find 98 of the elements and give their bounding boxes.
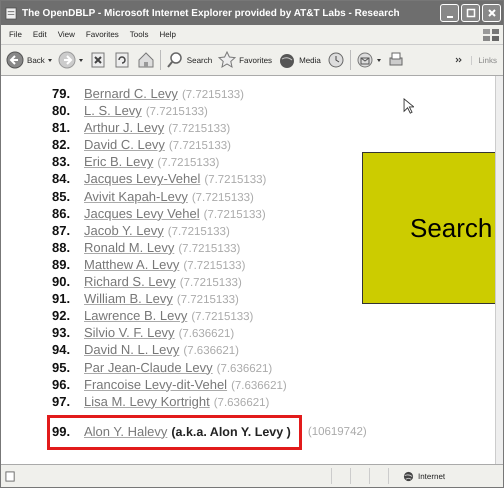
page-status-icon xyxy=(5,470,16,482)
rank-number: 93. xyxy=(52,325,72,340)
mouse-cursor-icon xyxy=(403,98,414,114)
rank-number: 92. xyxy=(52,308,72,324)
search-button[interactable]: Search xyxy=(164,50,214,70)
search-icon xyxy=(166,51,184,69)
close-button[interactable] xyxy=(482,4,501,22)
rank-number: 97. xyxy=(52,394,72,409)
minimize-icon xyxy=(446,16,452,18)
rank-number: 80. xyxy=(52,103,72,118)
rank-number: 84. xyxy=(52,171,72,186)
rank-number: 87. xyxy=(52,222,72,238)
rank-number: 85. xyxy=(52,188,72,204)
close-icon xyxy=(486,8,496,18)
rank-number: 81. xyxy=(52,120,72,136)
rank-number: 86. xyxy=(52,206,72,221)
score-text: (7.7215133) xyxy=(180,277,242,290)
rank-number: 89. xyxy=(52,256,72,272)
rank-number: 96. xyxy=(52,376,72,392)
author-link[interactable]: Alon Y. Halevy xyxy=(84,424,168,439)
score-text: (7.636621) xyxy=(216,362,272,374)
rank-number: 99. xyxy=(52,424,72,439)
author-link[interactable]: Richard S. Levy xyxy=(84,274,176,290)
menu-item[interactable]: Help xyxy=(159,30,176,39)
score-text: (7.7215133) xyxy=(168,140,231,152)
rank-number: 94. xyxy=(52,342,72,358)
menu-item[interactable]: Tools xyxy=(130,30,148,39)
windows-logo-icon xyxy=(481,26,501,42)
stop-icon xyxy=(88,51,107,69)
score-text: (7.7215133) xyxy=(204,208,266,221)
favorites-button[interactable]: Favorites xyxy=(217,50,274,70)
author-link[interactable]: Bernard C. Levy xyxy=(84,86,178,101)
score-text: (7.7215133) xyxy=(183,260,246,272)
rank-number: 79. xyxy=(52,86,72,101)
media-globe-icon xyxy=(278,51,296,69)
score-text: (7.7215133) xyxy=(191,311,254,324)
star-icon xyxy=(218,51,236,69)
mail-button[interactable] xyxy=(354,50,382,70)
links-label[interactable]: Links xyxy=(471,56,503,64)
score-text: (7.636621) xyxy=(178,328,234,340)
maximize-icon xyxy=(466,8,476,18)
score-text: (7.7215133) xyxy=(168,226,230,238)
rank-number: 91. xyxy=(52,291,72,306)
menu-item[interactable]: Favorites xyxy=(86,30,119,39)
home-icon xyxy=(136,51,155,69)
rank-number: 88. xyxy=(52,240,72,255)
score-text: (7.7215133) xyxy=(157,157,220,170)
author-link[interactable]: Jacob Y. Levy xyxy=(84,222,164,238)
refresh-icon xyxy=(112,51,131,69)
mail-icon xyxy=(356,51,374,69)
rank-number: 95. xyxy=(52,360,72,374)
author-link[interactable]: Lawrence B. Levy xyxy=(84,308,188,324)
back-button[interactable]: Back xyxy=(5,50,53,70)
author-link[interactable]: Francoise Levy-dit-Vehel xyxy=(84,376,228,392)
rank-number: 83. xyxy=(52,154,72,170)
alias-text: (a.k.a. Alon Y. Levy ) xyxy=(171,424,291,439)
rank-number: 90. xyxy=(52,274,72,290)
author-link[interactable]: L. S. Levy xyxy=(84,103,142,118)
author-link[interactable]: Lisa M. Levy Kortright xyxy=(84,394,210,409)
author-link[interactable]: Ronald M. Levy xyxy=(84,240,174,255)
menu-item[interactable]: View xyxy=(58,30,75,39)
score-text: (7.636621) xyxy=(214,396,270,409)
page-icon xyxy=(5,6,18,20)
menu-item[interactable]: File xyxy=(9,30,22,39)
media-button[interactable]: Media xyxy=(277,50,322,70)
minimize-button[interactable] xyxy=(440,4,459,22)
globe-icon xyxy=(403,470,414,482)
score-text: (7.7215133) xyxy=(146,106,208,118)
score-text: (7.7215133) xyxy=(204,174,266,186)
rank-number: 82. xyxy=(52,137,72,152)
author-link[interactable]: Jacques Levy Vehel xyxy=(84,206,200,221)
chevron-icon xyxy=(455,57,464,63)
author-link[interactable]: Silvio V. F. Levy xyxy=(84,325,175,340)
home-button[interactable] xyxy=(136,50,156,70)
author-link[interactable]: Jacques Levy-Vehel xyxy=(84,171,200,186)
author-link[interactable]: Avivit Kapah-Levy xyxy=(84,188,188,204)
menu-item[interactable]: Edit xyxy=(32,30,47,39)
score-text: (7.636621) xyxy=(183,345,239,358)
author-link[interactable]: William B. Levy xyxy=(84,291,173,306)
author-link[interactable]: David N. L. Levy xyxy=(84,342,180,358)
history-clock-button[interactable] xyxy=(326,50,346,70)
score-text: (7.7215133) xyxy=(192,192,254,204)
author-link[interactable]: Par Jean-Claude Levy xyxy=(84,360,213,374)
author-link[interactable]: Matthew A. Levy xyxy=(84,256,180,272)
score-text: (7.7215133) xyxy=(178,242,240,255)
maximize-button[interactable] xyxy=(461,4,480,22)
scrollbar[interactable] xyxy=(495,76,503,464)
score-text: (7.636621) xyxy=(231,380,287,392)
author-link[interactable]: Eric B. Levy xyxy=(84,154,154,170)
history-clock-icon xyxy=(326,51,345,69)
score-text: (7.7215133) xyxy=(168,123,230,136)
score-text: (7.7215133) xyxy=(176,294,239,306)
author-link[interactable]: Arthur J. Levy xyxy=(84,120,164,136)
security-zone: Internet xyxy=(403,470,503,482)
author-link[interactable]: David C. Levy xyxy=(84,137,165,152)
window-title: The OpenDBLP - Microsoft Internet Explorer provided by AT&T Labs - Research xyxy=(22,8,401,18)
score-text: (10619742) xyxy=(308,426,367,438)
score-text: (7.7215133) xyxy=(182,89,244,101)
